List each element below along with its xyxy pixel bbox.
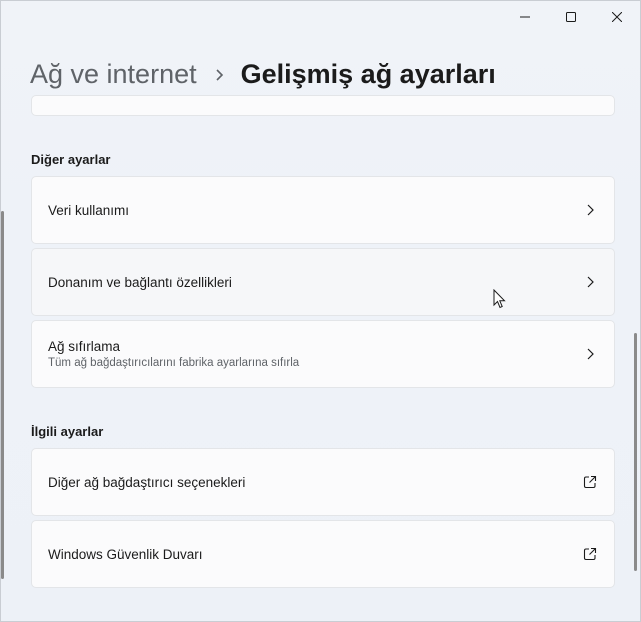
settings-window: Ağ ve internet Gelişmiş ağ ayarları Diğe… [0,0,641,622]
row-label: Donanım ve bağlantı özellikleri [48,274,232,290]
row-sublabel: Tüm ağ bağdaştırıcılarını fabrika ayarla… [48,357,300,369]
open-external-icon [582,474,598,490]
close-icon [612,12,622,22]
row-label: Windows Güvenlik Duvarı [48,546,203,562]
caption-bar [502,1,640,33]
row-label: Ağ sıfırlama [48,339,121,354]
windows-firewall-row[interactable]: Windows Güvenlik Duvarı [31,520,615,588]
chevron-right-icon [582,202,598,218]
chevron-right-icon [215,68,225,82]
breadcrumb-parent[interactable]: Ağ ve internet [30,59,197,90]
row-label: Diğer ağ bağdaştırıcı seçenekleri [48,474,246,490]
chevron-right-icon [582,346,598,362]
minimize-icon [520,12,530,22]
open-external-icon [582,546,598,562]
breadcrumb: Ağ ve internet Gelişmiş ağ ayarları [30,59,496,90]
close-button[interactable] [594,1,640,33]
network-reset-row[interactable]: Ağ sıfırlama Tüm ağ bağdaştırıcılarını f… [31,320,615,388]
page-title: Gelişmiş ağ ayarları [240,59,496,89]
minimize-button[interactable] [502,1,548,33]
chevron-right-icon [582,274,598,290]
row-label: Veri kullanımı [48,202,130,218]
section-title-related: İlgili ayarlar [31,424,104,439]
hardware-properties-row[interactable]: Donanım ve bağlantı özellikleri [31,248,615,316]
left-edge-scrollbar[interactable] [1,211,4,579]
data-usage-row[interactable]: Veri kullanımı [31,176,615,244]
maximize-icon [566,12,576,22]
vertical-scrollbar[interactable] [634,333,637,571]
network-reset-text: Ağ sıfırlama Tüm ağ bağdaştırıcılarını f… [48,339,299,369]
maximize-button[interactable] [548,1,594,33]
previous-card[interactable] [31,95,615,116]
mouse-cursor-icon [493,288,507,314]
section-title-other: Diğer ayarlar [31,152,111,167]
more-adapter-options-row[interactable]: Diğer ağ bağdaştırıcı seçenekleri [31,448,615,516]
